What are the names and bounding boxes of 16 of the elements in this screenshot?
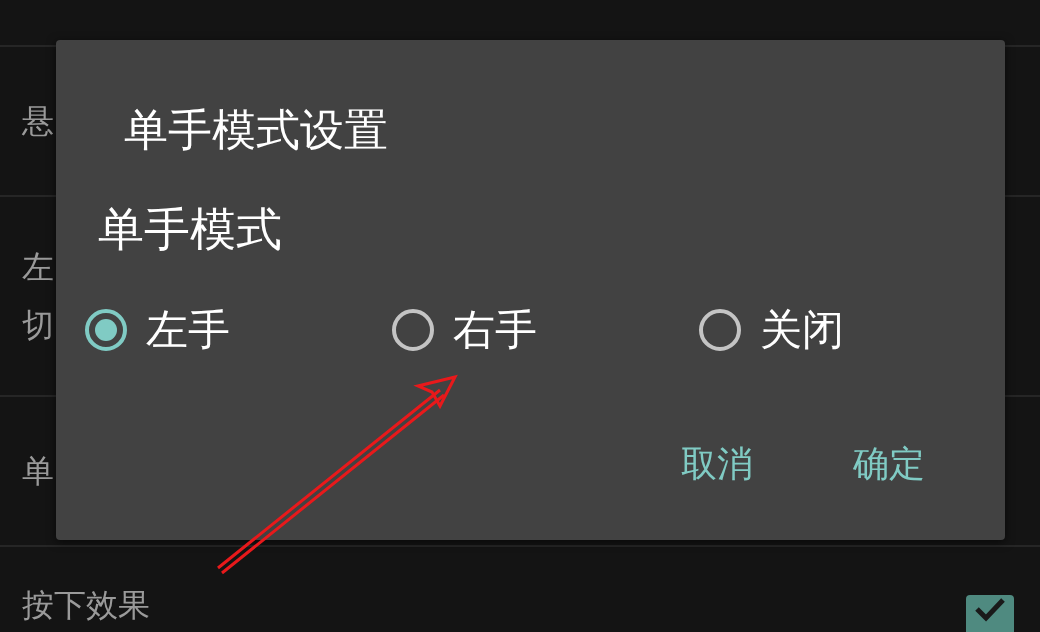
radio-button[interactable]: [698, 308, 742, 352]
radio-button[interactable]: [84, 308, 128, 352]
radio-button[interactable]: [391, 308, 435, 352]
cancel-button[interactable]: 取消: [681, 440, 753, 488]
setting-label: 按下效果: [22, 587, 150, 623]
radio-label[interactable]: 关闭: [760, 302, 844, 358]
checkbox[interactable]: [966, 595, 1014, 632]
setting-label: 单: [22, 453, 54, 489]
radio-label[interactable]: 右手: [453, 302, 537, 358]
confirm-button[interactable]: 确定: [853, 440, 925, 488]
radio-label[interactable]: 左手: [146, 302, 230, 358]
setting-label: 切: [22, 307, 54, 343]
section-label: 单手模式: [98, 201, 282, 258]
setting-label: 左: [22, 249, 54, 285]
dialog-title: 单手模式设置: [124, 103, 388, 157]
setting-label: 悬: [22, 103, 54, 139]
